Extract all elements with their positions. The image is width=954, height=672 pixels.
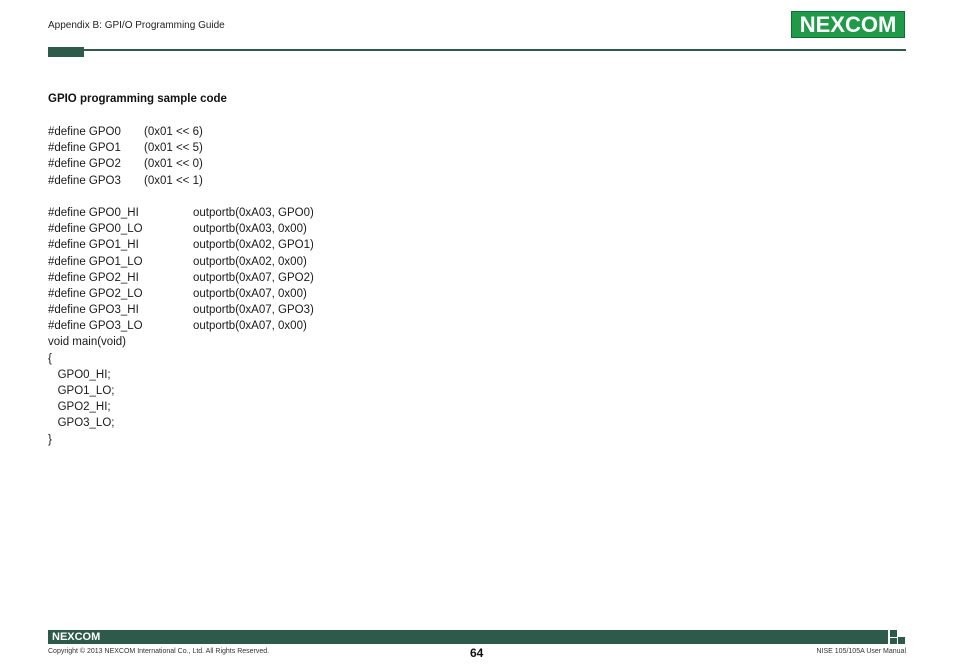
page-number: 64 (470, 646, 484, 660)
code-line: #define GPO2_LO outportb(0xA07, 0x00) (48, 286, 307, 302)
define-name: #define GPO1_HI (48, 239, 139, 252)
body-line: GPO2_HI; (48, 401, 111, 414)
section-heading: GPIO programming sample code (48, 93, 227, 105)
body-line: GPO0_HI; (48, 368, 111, 381)
define-name: #define GPO0_HI (48, 206, 139, 219)
define-value: outportb(0xA07, 0x00) (193, 287, 307, 300)
code-line: #define GPO3_HI outportb(0xA07, GPO3) (48, 302, 314, 318)
define-name: #define GPO2 (48, 158, 121, 171)
define-value: (0x01 << 1) (144, 174, 203, 187)
copyright-text: Copyright © 2013 NEXCOM International Co… (48, 648, 270, 655)
close-brace: } (48, 433, 52, 446)
manual-name: NISE 105/105A User Manual (816, 648, 907, 655)
defines-bits-group: #define GPO0 (0x01 << 6) #define GPO1 (0x0… (48, 124, 203, 189)
code-line: #define GPO0_LO outportb(0xA03, 0x00) (48, 221, 307, 237)
define-name: #define GPO1_LO (48, 255, 143, 268)
code-line: #define GPO1_LO outportb(0xA02, 0x00) (48, 254, 307, 270)
footer-squares-icon (888, 630, 906, 644)
define-name: #define GPO1 (48, 142, 121, 155)
define-name: #define GPO3 (48, 174, 121, 187)
open-brace: { (48, 352, 52, 365)
defines-macros-group: #define GPO0_HI outportb(0xA03, GPO0) #de… (48, 205, 314, 335)
footer-bar (48, 630, 888, 644)
define-value: outportb(0xA03, GPO0) (193, 206, 314, 219)
define-value: outportb(0xA02, GPO1) (193, 239, 314, 252)
code-line: #define GPO1_HI outportb(0xA02, GPO1) (48, 237, 314, 253)
code-sample: #define GPO0 (0x01 << 6) #define GPO1 (0x0… (48, 124, 314, 448)
header-divider (48, 49, 906, 51)
body-line: GPO3_LO; (48, 417, 115, 430)
define-value: (0x01 << 6) (144, 126, 203, 138)
body-line: GPO1_LO; (48, 385, 115, 397)
define-value: outportb(0xA03, 0x00) (193, 223, 307, 236)
code-line: #define GPO2 (0x01 << 0) (48, 156, 203, 172)
logo-text: NEXCOM (799, 11, 897, 37)
define-name: #define GPO0_LO (48, 223, 143, 236)
define-name: #define GPO0 (48, 126, 121, 138)
define-value: outportb(0xA02, 0x00) (193, 255, 307, 268)
code-line: #define GPO0_HI outportb(0xA03, GPO0) (48, 205, 314, 221)
define-name: #define GPO2_LO (48, 287, 143, 300)
define-value: (0x01 << 5) (144, 142, 203, 155)
code-line: #define GPO1 (0x01 << 5) (48, 140, 203, 156)
nexcom-logo: NEXCOM (791, 11, 905, 38)
footer-logo: NEXCOM (52, 631, 101, 643)
code-line: #define GPO0 (0x01 << 6) (48, 124, 203, 140)
define-value: outportb(0xA07, GPO2) (193, 271, 314, 284)
header-title: Appendix B: GPI/O Programming Guide (48, 20, 225, 31)
define-name: #define GPO3_LO (48, 320, 143, 333)
header-accent-block (48, 47, 84, 57)
code-line: #define GPO3 (0x01 << 1) (48, 173, 203, 189)
main-signature: void main(void) (48, 336, 126, 349)
code-line: #define GPO3_LO outportb(0xA07, 0x00) (48, 318, 307, 334)
code-line: #define GPO2_HI outportb(0xA07, GPO2) (48, 270, 314, 286)
define-name: #define GPO3_HI (48, 304, 139, 317)
define-value: (0x01 << 0) (144, 158, 203, 171)
define-name: #define GPO2_HI (48, 271, 139, 284)
define-value: outportb(0xA07, 0x00) (193, 320, 307, 333)
define-value: outportb(0xA07, GPO3) (193, 304, 314, 317)
